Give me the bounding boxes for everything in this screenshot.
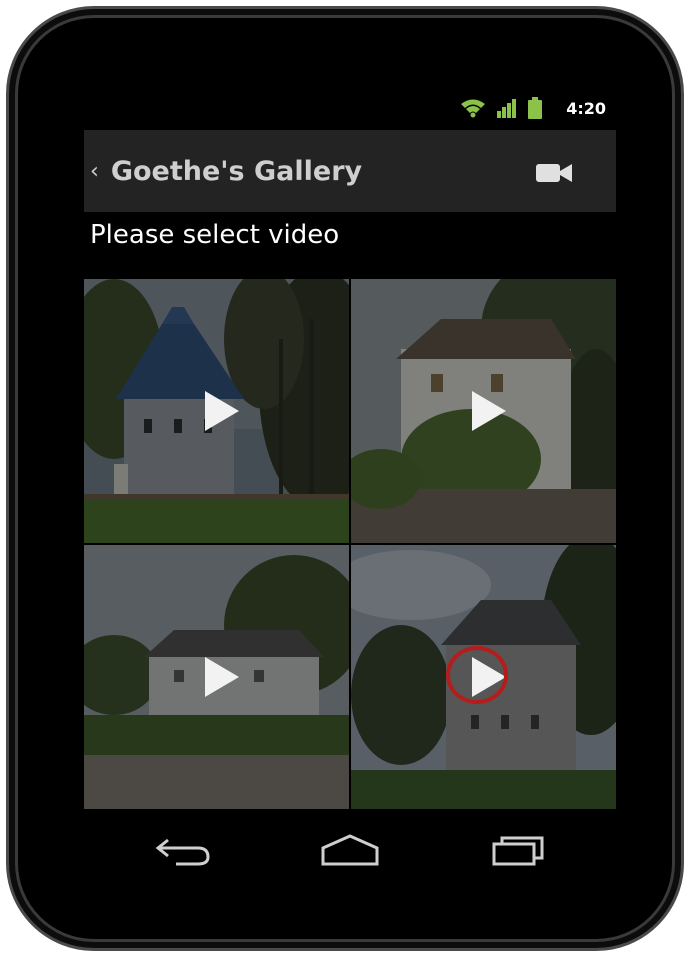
home-icon[interactable]: [315, 830, 385, 870]
navigation-bar: [84, 812, 616, 890]
back-icon[interactable]: [150, 830, 220, 870]
video-grid: [84, 279, 616, 809]
signal-icon: [497, 99, 517, 118]
action-bar: ‹ Goethe's Gallery: [84, 130, 616, 212]
video-thumbnail-1[interactable]: [84, 279, 349, 543]
select-video-prompt: Please select video: [90, 220, 340, 250]
wifi-icon: [461, 99, 486, 118]
video-camera-icon[interactable]: [536, 163, 572, 183]
status-time: 4:20: [566, 98, 606, 118]
recent-apps-icon[interactable]: [482, 830, 552, 870]
play-icon[interactable]: [471, 391, 506, 431]
highlight-ring: [446, 646, 508, 704]
status-bar: 4:20: [84, 90, 616, 126]
app-title: Goethe's Gallery: [110, 155, 363, 187]
video-thumbnail-2[interactable]: [351, 279, 616, 543]
back-caret-icon[interactable]: ‹: [90, 159, 99, 184]
play-icon[interactable]: [204, 657, 239, 697]
video-thumbnail-3[interactable]: [84, 545, 349, 809]
play-icon[interactable]: [204, 391, 239, 431]
battery-icon: [528, 97, 543, 119]
